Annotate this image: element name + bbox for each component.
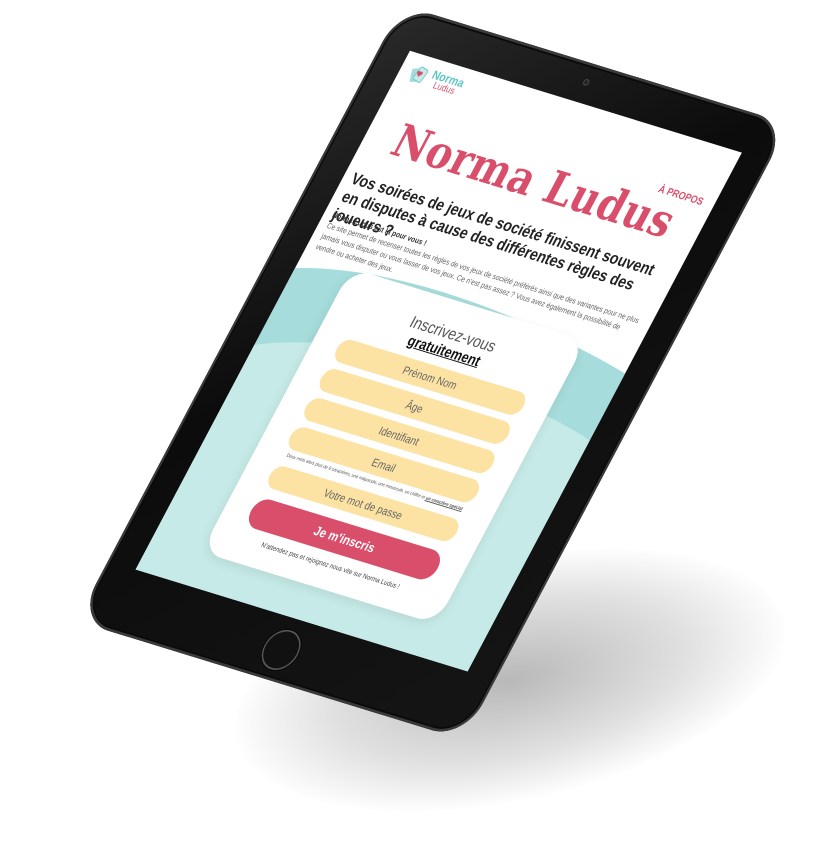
site-logo[interactable]: Norma Ludus bbox=[404, 62, 467, 99]
home-button[interactable] bbox=[254, 625, 309, 675]
camera-icon bbox=[581, 78, 591, 87]
